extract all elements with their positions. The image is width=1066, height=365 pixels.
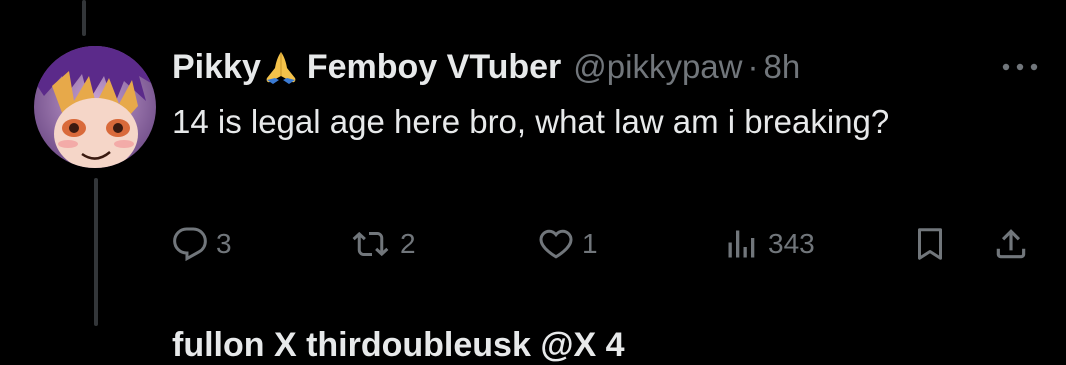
avatar-image: [34, 46, 156, 168]
bookmark-button[interactable]: [912, 222, 948, 266]
retweet-count: 2: [400, 228, 416, 259]
views-icon: [728, 230, 755, 258]
more-options-icon[interactable]: [1000, 60, 1040, 74]
heart-icon: [539, 229, 573, 259]
bookmark-icon: [918, 228, 942, 260]
like-count: 1: [582, 228, 598, 259]
reply-icon: [173, 227, 207, 262]
like-button[interactable]: 1: [538, 222, 598, 266]
separator-dot: ·: [747, 48, 759, 85]
tweet-header: Pikky Femboy VTuber @pikkypaw · 8h: [172, 44, 800, 90]
views-count: 343: [768, 228, 815, 259]
folded-hands-icon: [263, 48, 299, 86]
avatar[interactable]: [34, 46, 156, 168]
tweet-actions: 3 2 1 343: [172, 222, 1040, 266]
reply-count: 3: [216, 228, 232, 259]
share-icon: [996, 229, 1026, 259]
share-button[interactable]: [992, 222, 1030, 266]
tweet-text: 14 is legal age here bro, what law am i …: [172, 103, 890, 140]
thread-line-top: [82, 0, 86, 36]
reply-button[interactable]: 3: [172, 222, 232, 266]
user-handle[interactable]: @pikkypaw: [573, 48, 742, 86]
retweet-icon: [352, 231, 389, 257]
display-name-suffix[interactable]: Femboy VTuber: [307, 48, 561, 87]
views-button[interactable]: 343: [724, 222, 815, 266]
timestamp[interactable]: 8h: [764, 48, 801, 86]
thread-line-bottom: [94, 178, 98, 326]
display-name[interactable]: Pikky: [172, 48, 261, 87]
retweet-button[interactable]: 2: [352, 222, 416, 266]
